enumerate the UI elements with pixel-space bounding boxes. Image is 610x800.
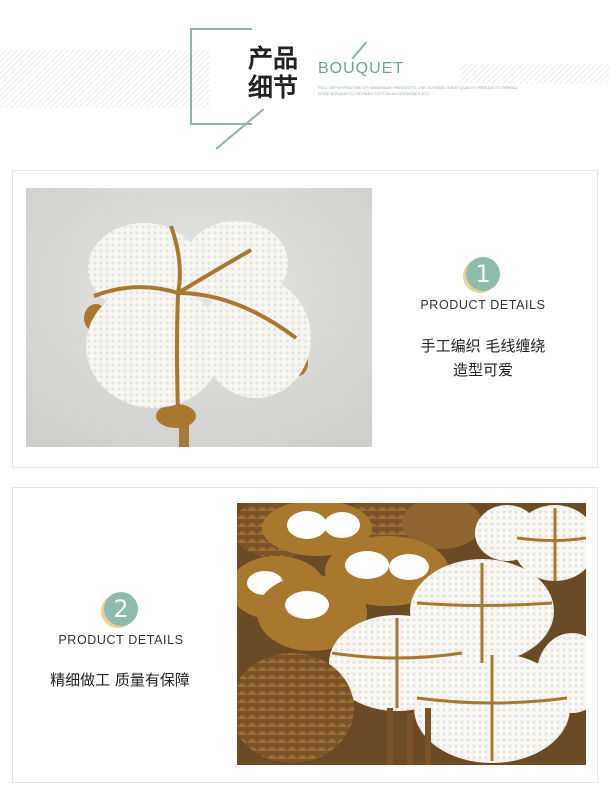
crochet-bouquet-image — [237, 503, 586, 765]
header-stripe-right — [460, 64, 610, 84]
product-description-1-line2: 造型可爱 — [452, 361, 513, 379]
header-fine-text: FULL DEPTH ROUTINE OF HANDMADE PRODUCTS,… — [318, 85, 518, 96]
page-title-line2: 细节 — [248, 73, 299, 102]
product-description-2: 精细做工 质量有保障 — [20, 668, 220, 692]
page-title: 产品 细节 — [248, 44, 298, 102]
product-description-1-line1: 手工编织 毛线缠绕 — [420, 337, 546, 355]
page-title-line1: 产品 — [248, 44, 299, 73]
product-photo-2 — [237, 503, 586, 765]
header-slash-top — [351, 41, 367, 60]
product-details-label-1: PRODUCT DETAILS — [420, 298, 546, 312]
page-subtitle: BOUQUET — [318, 60, 405, 77]
product-description-2-line1: 精细做工 质量有保障 — [50, 671, 190, 689]
crochet-cotton-flower-image — [26, 188, 372, 447]
header-stripe-left — [0, 50, 210, 108]
product-photo-1 — [26, 188, 372, 447]
step-badge-2: 2 — [104, 592, 138, 626]
step-badge-1: 1 — [466, 257, 500, 291]
product-description-1: 手工编织 毛线缠绕 造型可爱 — [390, 334, 576, 382]
product-details-label-2: PRODUCT DETAILS — [58, 633, 184, 647]
header-frame — [190, 28, 252, 125]
